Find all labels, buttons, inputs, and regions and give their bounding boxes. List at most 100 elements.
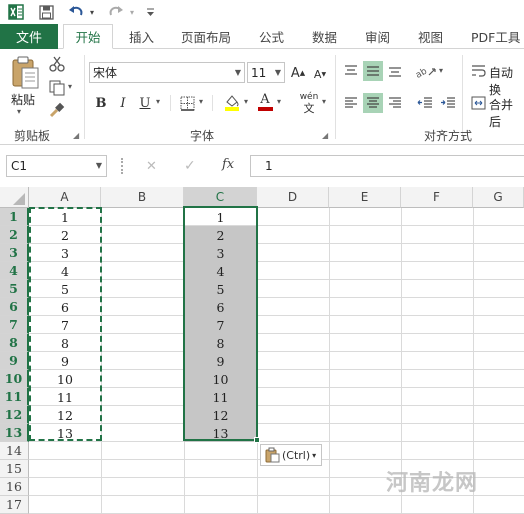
column-header-e[interactable]: E <box>329 187 401 208</box>
column-header-g[interactable]: G <box>473 187 524 208</box>
undo-dropdown-icon[interactable]: ▾ <box>87 2 97 22</box>
row-header-4[interactable]: 4 <box>0 262 29 280</box>
fill-color-dropdown-icon[interactable]: ▾ <box>244 97 248 106</box>
row-header-1[interactable]: 1 <box>0 208 29 226</box>
gridline <box>29 261 524 262</box>
bold-button[interactable]: B <box>92 93 110 113</box>
fill-handle[interactable] <box>254 437 260 443</box>
row-header-16[interactable]: 16 <box>0 478 29 496</box>
middle-align-icon[interactable] <box>363 61 383 81</box>
column-header-a[interactable]: A <box>29 187 101 208</box>
align-left-icon[interactable] <box>341 93 361 113</box>
tab-home[interactable]: 开始 <box>63 24 113 49</box>
font-size-combo[interactable]: 11 ▼ <box>247 62 285 83</box>
top-align-icon[interactable] <box>341 61 361 81</box>
row-header-9[interactable]: 9 <box>0 352 29 370</box>
column-header-b[interactable]: B <box>101 187 184 208</box>
decrease-indent-icon[interactable] <box>415 93 435 113</box>
row-header-2[interactable]: 2 <box>0 226 29 244</box>
enter-icon[interactable]: ✓ <box>184 158 196 174</box>
wrap-text-icon[interactable] <box>469 62 487 80</box>
borders-icon[interactable] <box>178 94 196 112</box>
column-header-d[interactable]: D <box>257 187 329 208</box>
tab-insert[interactable]: 插入 <box>129 24 154 49</box>
paste-icon[interactable] <box>8 55 42 91</box>
formula-input[interactable]: 1 <box>250 155 524 177</box>
row-header-12[interactable]: 12 <box>0 406 29 424</box>
increase-indent-icon[interactable] <box>438 93 458 113</box>
tab-page-layout[interactable]: 页面布局 <box>181 24 231 49</box>
font-size-dropdown-icon[interactable]: ▼ <box>275 63 281 82</box>
align-center-icon[interactable] <box>363 93 383 113</box>
phonetic-dropdown-icon[interactable]: ▾ <box>322 97 326 106</box>
row-header-14[interactable]: 14 <box>0 442 29 460</box>
gridline <box>29 423 524 424</box>
tab-view[interactable]: 视图 <box>418 24 443 49</box>
tab-file[interactable]: 文件 <box>0 24 58 49</box>
copy-icon[interactable] <box>48 79 66 97</box>
select-all-corner[interactable] <box>0 187 29 208</box>
tab-review[interactable]: 审阅 <box>365 24 390 49</box>
redo-dropdown-icon: ▾ <box>129 7 134 17</box>
row-header-6[interactable]: 6 <box>0 298 29 316</box>
format-painter-icon[interactable] <box>48 101 66 119</box>
paste-options-button[interactable]: (Ctrl) ▾ <box>260 444 322 466</box>
row-header-7[interactable]: 7 <box>0 316 29 334</box>
underline-dropdown-icon[interactable]: ▾ <box>156 97 160 106</box>
customize-qat-icon[interactable] <box>144 2 156 22</box>
formula-bar-grip[interactable] <box>121 158 124 174</box>
paste-dropdown-icon[interactable]: ▾ <box>17 107 21 116</box>
row-header-5[interactable]: 5 <box>0 280 29 298</box>
save-icon[interactable] <box>36 2 56 22</box>
tab-formulas[interactable]: 公式 <box>259 24 284 49</box>
tab-data[interactable]: 数据 <box>312 24 337 49</box>
phonetic-guide-icon[interactable]: wén 文 <box>296 91 322 115</box>
wrap-text-label[interactable]: 自动换 <box>489 64 524 98</box>
gridline <box>29 333 524 334</box>
italic-button[interactable]: I <box>115 93 131 113</box>
underline-button[interactable]: U <box>137 93 153 113</box>
grow-font-icon[interactable]: A ▲ <box>290 64 306 82</box>
fill-color-icon[interactable] <box>222 92 242 112</box>
merge-center-icon[interactable] <box>469 94 487 112</box>
cut-icon[interactable] <box>48 55 66 73</box>
column-header-c[interactable]: C <box>184 187 257 208</box>
row-header-13[interactable]: 13 <box>0 424 29 442</box>
font-size-value: 11 <box>251 65 267 80</box>
row-header-3[interactable]: 3 <box>0 244 29 262</box>
bottom-align-icon[interactable] <box>385 61 405 81</box>
name-box[interactable]: C1 ▼ <box>6 155 107 177</box>
worksheet-grid[interactable]: ABCDEFG 1 2 3 4 5 6 7 8 9 10 11 12 13 14 15 16 17 123456… <box>0 187 524 514</box>
clipboard-launcher-icon[interactable]: ◢ <box>73 131 79 140</box>
shrink-font-icon[interactable]: A ▼ <box>312 65 328 83</box>
column-header-f[interactable]: F <box>401 187 473 208</box>
paste-button-label[interactable]: 粘贴 <box>11 91 35 108</box>
borders-dropdown-icon[interactable]: ▾ <box>199 97 203 106</box>
font-color-dropdown-icon[interactable]: ▾ <box>277 97 281 106</box>
copy-dropdown-icon[interactable]: ▾ <box>68 82 72 91</box>
cancel-icon[interactable]: ✕ <box>146 159 157 174</box>
gridline <box>329 208 330 514</box>
row-header-15[interactable]: 15 <box>0 460 29 478</box>
font-name-dropdown-icon[interactable]: ▼ <box>235 63 241 82</box>
row-header-10[interactable]: 10 <box>0 370 29 388</box>
insert-function-icon[interactable]: fx <box>222 157 234 172</box>
orientation-dropdown-icon[interactable]: ▾ <box>439 66 443 75</box>
tab-pdf-tools[interactable]: PDF工具 <box>471 24 520 49</box>
align-right-icon[interactable] <box>385 93 405 113</box>
alignment-group-label: 对齐方式 <box>424 129 473 143</box>
gridline <box>29 405 524 406</box>
watermark: 河南龙网 <box>386 471 479 496</box>
row-header-17[interactable]: 17 <box>0 496 29 514</box>
font-launcher-icon[interactable]: ◢ <box>322 131 328 140</box>
undo-icon[interactable] <box>66 2 86 22</box>
name-box-dropdown-icon[interactable]: ▼ <box>96 156 102 176</box>
merge-center-label[interactable]: 合并后 <box>489 96 524 130</box>
row-header-11[interactable]: 11 <box>0 388 29 406</box>
font-name-combo[interactable]: 宋体 ▼ <box>89 62 245 83</box>
redo-icon[interactable] <box>106 2 126 22</box>
row-header-8[interactable]: 8 <box>0 334 29 352</box>
font-color-icon[interactable]: A <box>256 91 274 113</box>
orientation-icon[interactable]: ab <box>415 61 437 81</box>
font-group-label: 字体 <box>190 129 215 143</box>
